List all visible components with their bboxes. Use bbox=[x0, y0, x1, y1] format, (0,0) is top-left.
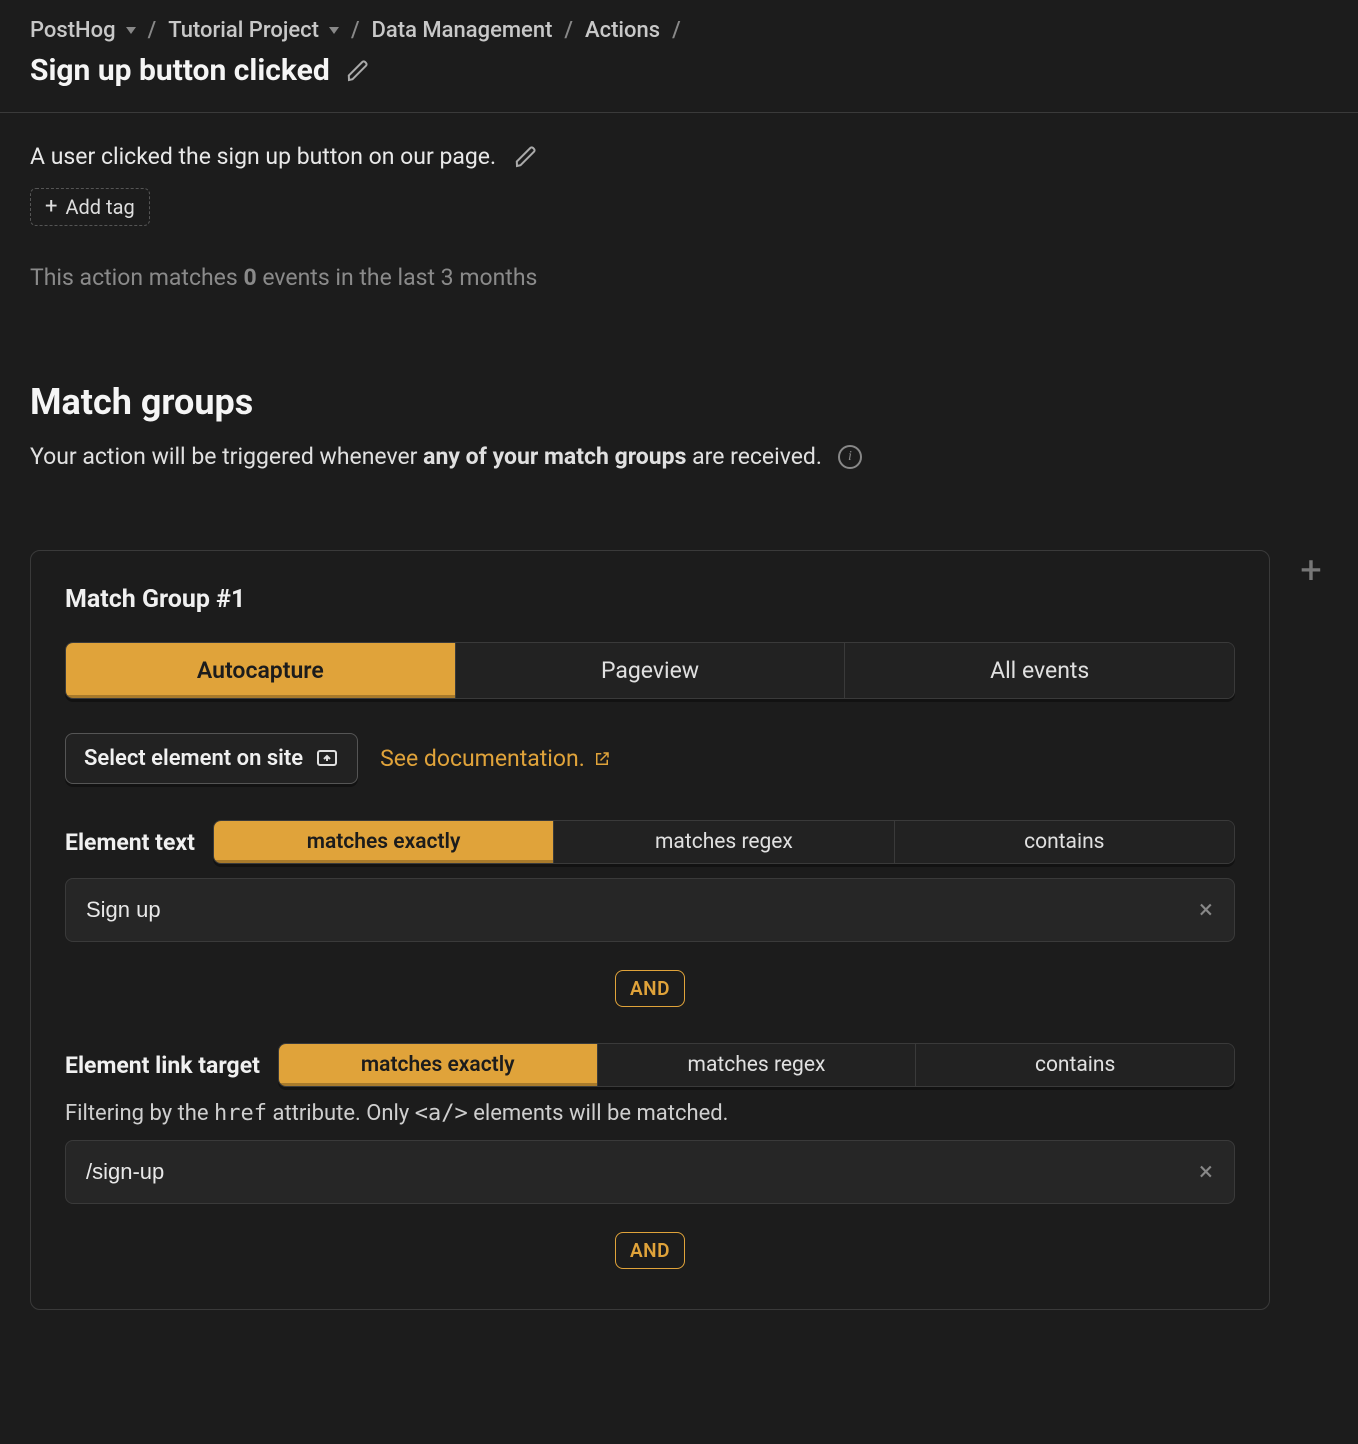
chevron-down-icon bbox=[329, 27, 339, 34]
breadcrumb-section-label: Data Management bbox=[372, 18, 553, 43]
breadcrumb-sep: / bbox=[148, 18, 157, 43]
element-text-input[interactable] bbox=[65, 878, 1235, 942]
clear-icon[interactable]: × bbox=[1195, 1161, 1217, 1183]
breadcrumb-project-label: Tutorial Project bbox=[168, 18, 319, 43]
link-target-op-segmented: matches exactly matches regex contains bbox=[278, 1043, 1235, 1087]
page-title-row: Sign up button clicked bbox=[30, 53, 1328, 88]
stats-suffix: events in the last 3 months bbox=[257, 264, 538, 291]
and-pill: AND bbox=[615, 970, 685, 1007]
edit-title-icon[interactable] bbox=[346, 59, 370, 83]
breadcrumb-subsection-label: Actions bbox=[585, 18, 660, 43]
tab-pageview[interactable]: Pageview bbox=[456, 643, 846, 698]
clear-icon[interactable]: × bbox=[1195, 899, 1217, 921]
breadcrumb: PostHog / Tutorial Project / Data Manage… bbox=[30, 18, 1328, 43]
breadcrumb-sep: / bbox=[672, 18, 681, 43]
element-text-row: Element text matches exactly matches reg… bbox=[65, 820, 1235, 864]
page-header: PostHog / Tutorial Project / Data Manage… bbox=[0, 0, 1358, 113]
op-contains[interactable]: contains bbox=[895, 821, 1234, 863]
breadcrumb-org[interactable]: PostHog bbox=[30, 18, 136, 43]
breadcrumb-section[interactable]: Data Management bbox=[372, 18, 553, 43]
op-exact[interactable]: matches exactly bbox=[214, 821, 554, 863]
event-type-segmented: Autocapture Pageview All events bbox=[65, 642, 1235, 699]
description-text: A user clicked the sign up button on our… bbox=[30, 143, 496, 170]
tab-autocapture[interactable]: Autocapture bbox=[66, 643, 456, 698]
breadcrumb-sep: / bbox=[564, 18, 573, 43]
and-pill: AND bbox=[615, 1232, 685, 1269]
breadcrumb-project[interactable]: Tutorial Project bbox=[168, 18, 339, 43]
inspect-icon bbox=[315, 747, 339, 771]
external-link-icon bbox=[593, 750, 611, 768]
description-row: A user clicked the sign up button on our… bbox=[30, 143, 1328, 170]
op-exact[interactable]: matches exactly bbox=[279, 1044, 598, 1086]
match-groups-sub: Your action will be triggered whenever a… bbox=[30, 443, 1328, 470]
plus-icon: + bbox=[45, 196, 57, 218]
add-tag-button[interactable]: + Add tag bbox=[30, 188, 150, 226]
op-regex[interactable]: matches regex bbox=[554, 821, 894, 863]
breadcrumb-org-label: PostHog bbox=[30, 18, 116, 43]
link-help-text: Filtering by the href attribute. Only <a… bbox=[65, 1101, 1235, 1126]
match-group-title: Match Group #1 bbox=[65, 585, 1235, 614]
select-element-button[interactable]: Select element on site bbox=[65, 733, 358, 784]
breadcrumb-subsection[interactable]: Actions bbox=[585, 18, 660, 43]
see-docs-label: See documentation. bbox=[380, 745, 585, 772]
info-icon[interactable]: i bbox=[838, 445, 862, 469]
edit-description-icon[interactable] bbox=[514, 145, 538, 169]
stats-prefix: This action matches bbox=[30, 264, 243, 291]
op-regex[interactable]: matches regex bbox=[598, 1044, 917, 1086]
see-docs-link[interactable]: See documentation. bbox=[380, 745, 611, 772]
add-match-group-button[interactable]: + bbox=[1294, 556, 1328, 590]
breadcrumb-sep: / bbox=[351, 18, 360, 43]
op-contains[interactable]: contains bbox=[916, 1044, 1234, 1086]
tools-row: Select element on site See documentation… bbox=[65, 733, 1235, 784]
link-target-input[interactable] bbox=[65, 1140, 1235, 1204]
element-text-op-segmented: matches exactly matches regex contains bbox=[213, 820, 1235, 864]
tab-all-events[interactable]: All events bbox=[845, 643, 1234, 698]
element-text-label: Element text bbox=[65, 829, 195, 856]
match-stats: This action matches 0 events in the last… bbox=[30, 264, 1328, 291]
link-target-label: Element link target bbox=[65, 1052, 260, 1079]
link-target-row: Element link target matches exactly matc… bbox=[65, 1043, 1235, 1087]
stats-count: 0 bbox=[243, 264, 256, 291]
chevron-down-icon bbox=[126, 27, 136, 34]
link-target-input-wrap: × bbox=[65, 1140, 1235, 1204]
groups-row: Match Group #1 Autocapture Pageview All … bbox=[30, 550, 1328, 1310]
match-sub-text: Your action will be triggered whenever a… bbox=[30, 443, 822, 470]
match-groups-heading: Match groups bbox=[30, 381, 1328, 423]
page-content: A user clicked the sign up button on our… bbox=[0, 113, 1358, 1310]
page-title: Sign up button clicked bbox=[30, 53, 330, 88]
select-element-label: Select element on site bbox=[84, 746, 303, 771]
match-group-card: Match Group #1 Autocapture Pageview All … bbox=[30, 550, 1270, 1310]
element-text-input-wrap: × bbox=[65, 878, 1235, 942]
add-tag-label: Add tag bbox=[65, 195, 134, 219]
